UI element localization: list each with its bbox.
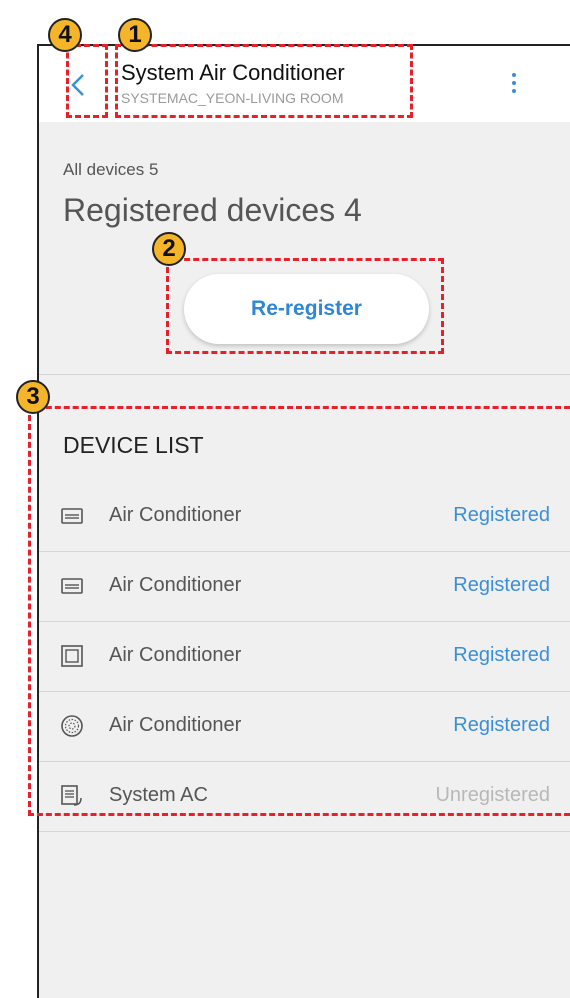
- more-vertical-icon[interactable]: [507, 70, 521, 100]
- callout-badge-3: 3: [16, 380, 50, 414]
- all-devices-count: All devices 5: [63, 160, 159, 179]
- callout-box-title: [115, 44, 413, 118]
- callout-badge-1: 1: [118, 18, 152, 52]
- registered-devices-count: Registered devices 4: [63, 192, 362, 228]
- callout-box-back: [66, 44, 108, 118]
- callout-badge-4: 4: [48, 18, 82, 52]
- callout-box-reregister: [166, 258, 444, 354]
- callout-box-device-list: [28, 406, 570, 816]
- callout-badge-2: 2: [152, 232, 186, 266]
- section-divider: [39, 374, 570, 375]
